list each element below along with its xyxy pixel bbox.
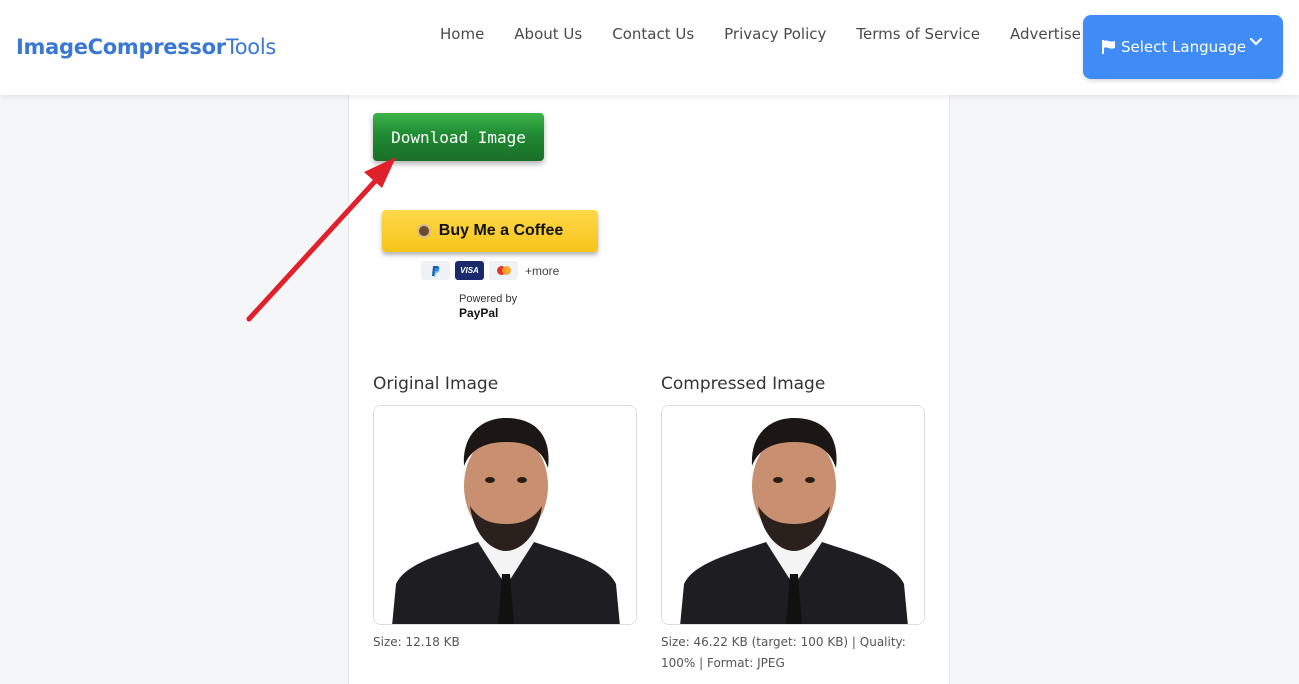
portrait-photo <box>374 406 636 624</box>
more-payment-methods: +more <box>525 263 560 278</box>
compressed-image <box>661 405 925 625</box>
site-logo[interactable]: ImageCompressorTools <box>16 35 276 59</box>
compressed-size-line-1: Size: 46.22 KB (target: 100 KB) | Qualit… <box>661 635 906 649</box>
nav-terms-of-service[interactable]: Terms of Service <box>856 25 980 43</box>
powered-by-text: Powered by <box>459 293 518 305</box>
original-image <box>373 405 637 625</box>
compressed-size-line-2: 100% | Format: JPEG <box>661 656 785 670</box>
payment-methods: VISA +more <box>421 261 559 280</box>
paypal-logo: PayPal <box>459 306 499 320</box>
logo-light-text: Tools <box>225 35 277 59</box>
nav-home[interactable]: Home <box>440 25 484 43</box>
original-size-text: Size: 12.18 KB <box>373 635 460 649</box>
language-select-button[interactable]: Select Language <box>1083 15 1283 79</box>
nav-privacy-policy[interactable]: Privacy Policy <box>724 25 826 43</box>
powered-by-paypal: Powered by PayPal <box>459 292 517 320</box>
download-image-button[interactable]: Download Image <box>373 113 544 161</box>
coffee-label: Buy Me a Coffee <box>438 222 564 239</box>
compressed-size-text: Size: 46.22 KB (target: 100 KB) | Qualit… <box>661 632 906 674</box>
compressed-image-title: Compressed Image <box>661 374 826 394</box>
visa-icon: VISA <box>455 261 484 280</box>
buy-me-a-coffee-button[interactable]: Buy Me a Coffee <box>382 210 598 252</box>
main-nav: Home About Us Contact Us Privacy Policy … <box>440 25 1130 43</box>
paypal-icon <box>421 261 450 280</box>
site-header: ImageCompressorTools Home About Us Conta… <box>0 0 1299 95</box>
flag-icon <box>1102 40 1115 54</box>
logo-bold-text: ImageCompressor <box>16 35 226 59</box>
original-image-title: Original Image <box>373 374 499 394</box>
portrait-photo <box>662 406 924 624</box>
nav-about-us[interactable]: About Us <box>514 25 582 43</box>
nav-contact-us[interactable]: Contact Us <box>612 25 694 43</box>
chevron-down-icon <box>1249 37 1263 46</box>
coffee-cup-icon <box>416 224 431 238</box>
language-label: Select Language <box>1121 38 1247 56</box>
mastercard-icon <box>489 261 518 280</box>
